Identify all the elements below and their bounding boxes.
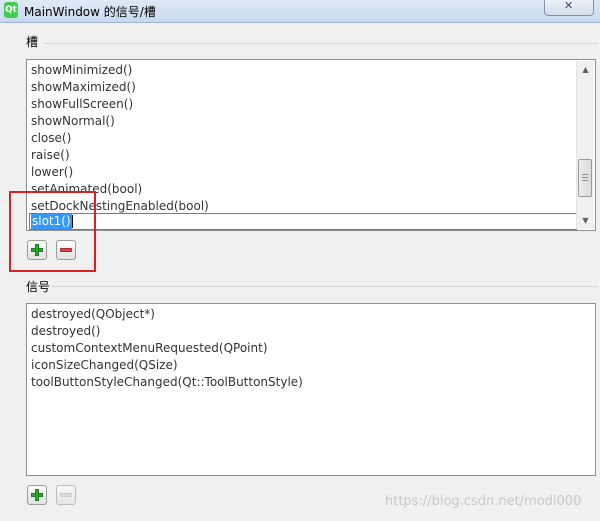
scrollbar-thumb[interactable] [578, 159, 592, 197]
signals-list[interactable]: destroyed(QObject*) destroyed() customCont… [26, 303, 596, 476]
list-item[interactable]: close() [31, 130, 575, 147]
slot-name-editor[interactable]: slot1() [29, 213, 577, 230]
close-button[interactable]: ✕ [544, 0, 594, 16]
scroll-up-arrow-icon[interactable]: ▲ [577, 61, 594, 78]
minus-icon [60, 493, 72, 497]
window-title: MainWindow 的信号/槽 [24, 5, 156, 19]
list-item[interactable]: showMaximized() [31, 79, 575, 96]
list-item[interactable]: raise() [31, 147, 575, 164]
grip-line [582, 180, 588, 181]
add-signal-button[interactable] [27, 485, 47, 505]
slots-scrollbar[interactable]: ▲ ▼ [576, 61, 594, 229]
list-item[interactable]: customContextMenuRequested(QPoint) [31, 340, 591, 357]
slots-list-items: showMinimized() showMaximized() showFullSc… [31, 62, 575, 215]
list-item[interactable]: showMinimized() [31, 62, 575, 79]
remove-signal-button[interactable] [56, 485, 76, 505]
list-item[interactable]: destroyed() [31, 323, 591, 340]
list-item[interactable]: showNormal() [31, 113, 575, 130]
plus-icon [35, 489, 39, 501]
slots-group-divider [44, 43, 598, 44]
list-item[interactable]: setAnimated(bool) [31, 181, 575, 198]
close-icon: ✕ [564, 0, 574, 12]
watermark-text: https://blog.csdn.net/modi000 [385, 494, 582, 509]
signals-list-items: destroyed(QObject*) destroyed() customCont… [31, 306, 591, 391]
qt-logo-icon: Qt [4, 2, 18, 18]
grip-line [582, 174, 588, 175]
slots-list[interactable]: showMinimized() showMaximized() showFullSc… [26, 59, 596, 231]
signals-group-divider [52, 286, 598, 287]
grip-line [582, 177, 588, 178]
list-item[interactable]: showFullScreen() [31, 96, 575, 113]
list-item[interactable]: iconSizeChanged(QSize) [31, 357, 591, 374]
slots-group-title: 槽 [26, 35, 39, 49]
list-item[interactable]: destroyed(QObject*) [31, 306, 591, 323]
list-item[interactable]: lower() [31, 164, 575, 181]
list-item[interactable]: toolButtonStyleChanged(Qt::ToolButtonSty… [31, 374, 591, 391]
scroll-down-arrow-icon[interactable]: ▼ [577, 212, 594, 229]
title-bar: Qt MainWindow 的信号/槽 ✕ [0, 0, 600, 23]
signals-group-title: 信号 [26, 280, 51, 294]
annotation-highlight-box [9, 191, 96, 272]
